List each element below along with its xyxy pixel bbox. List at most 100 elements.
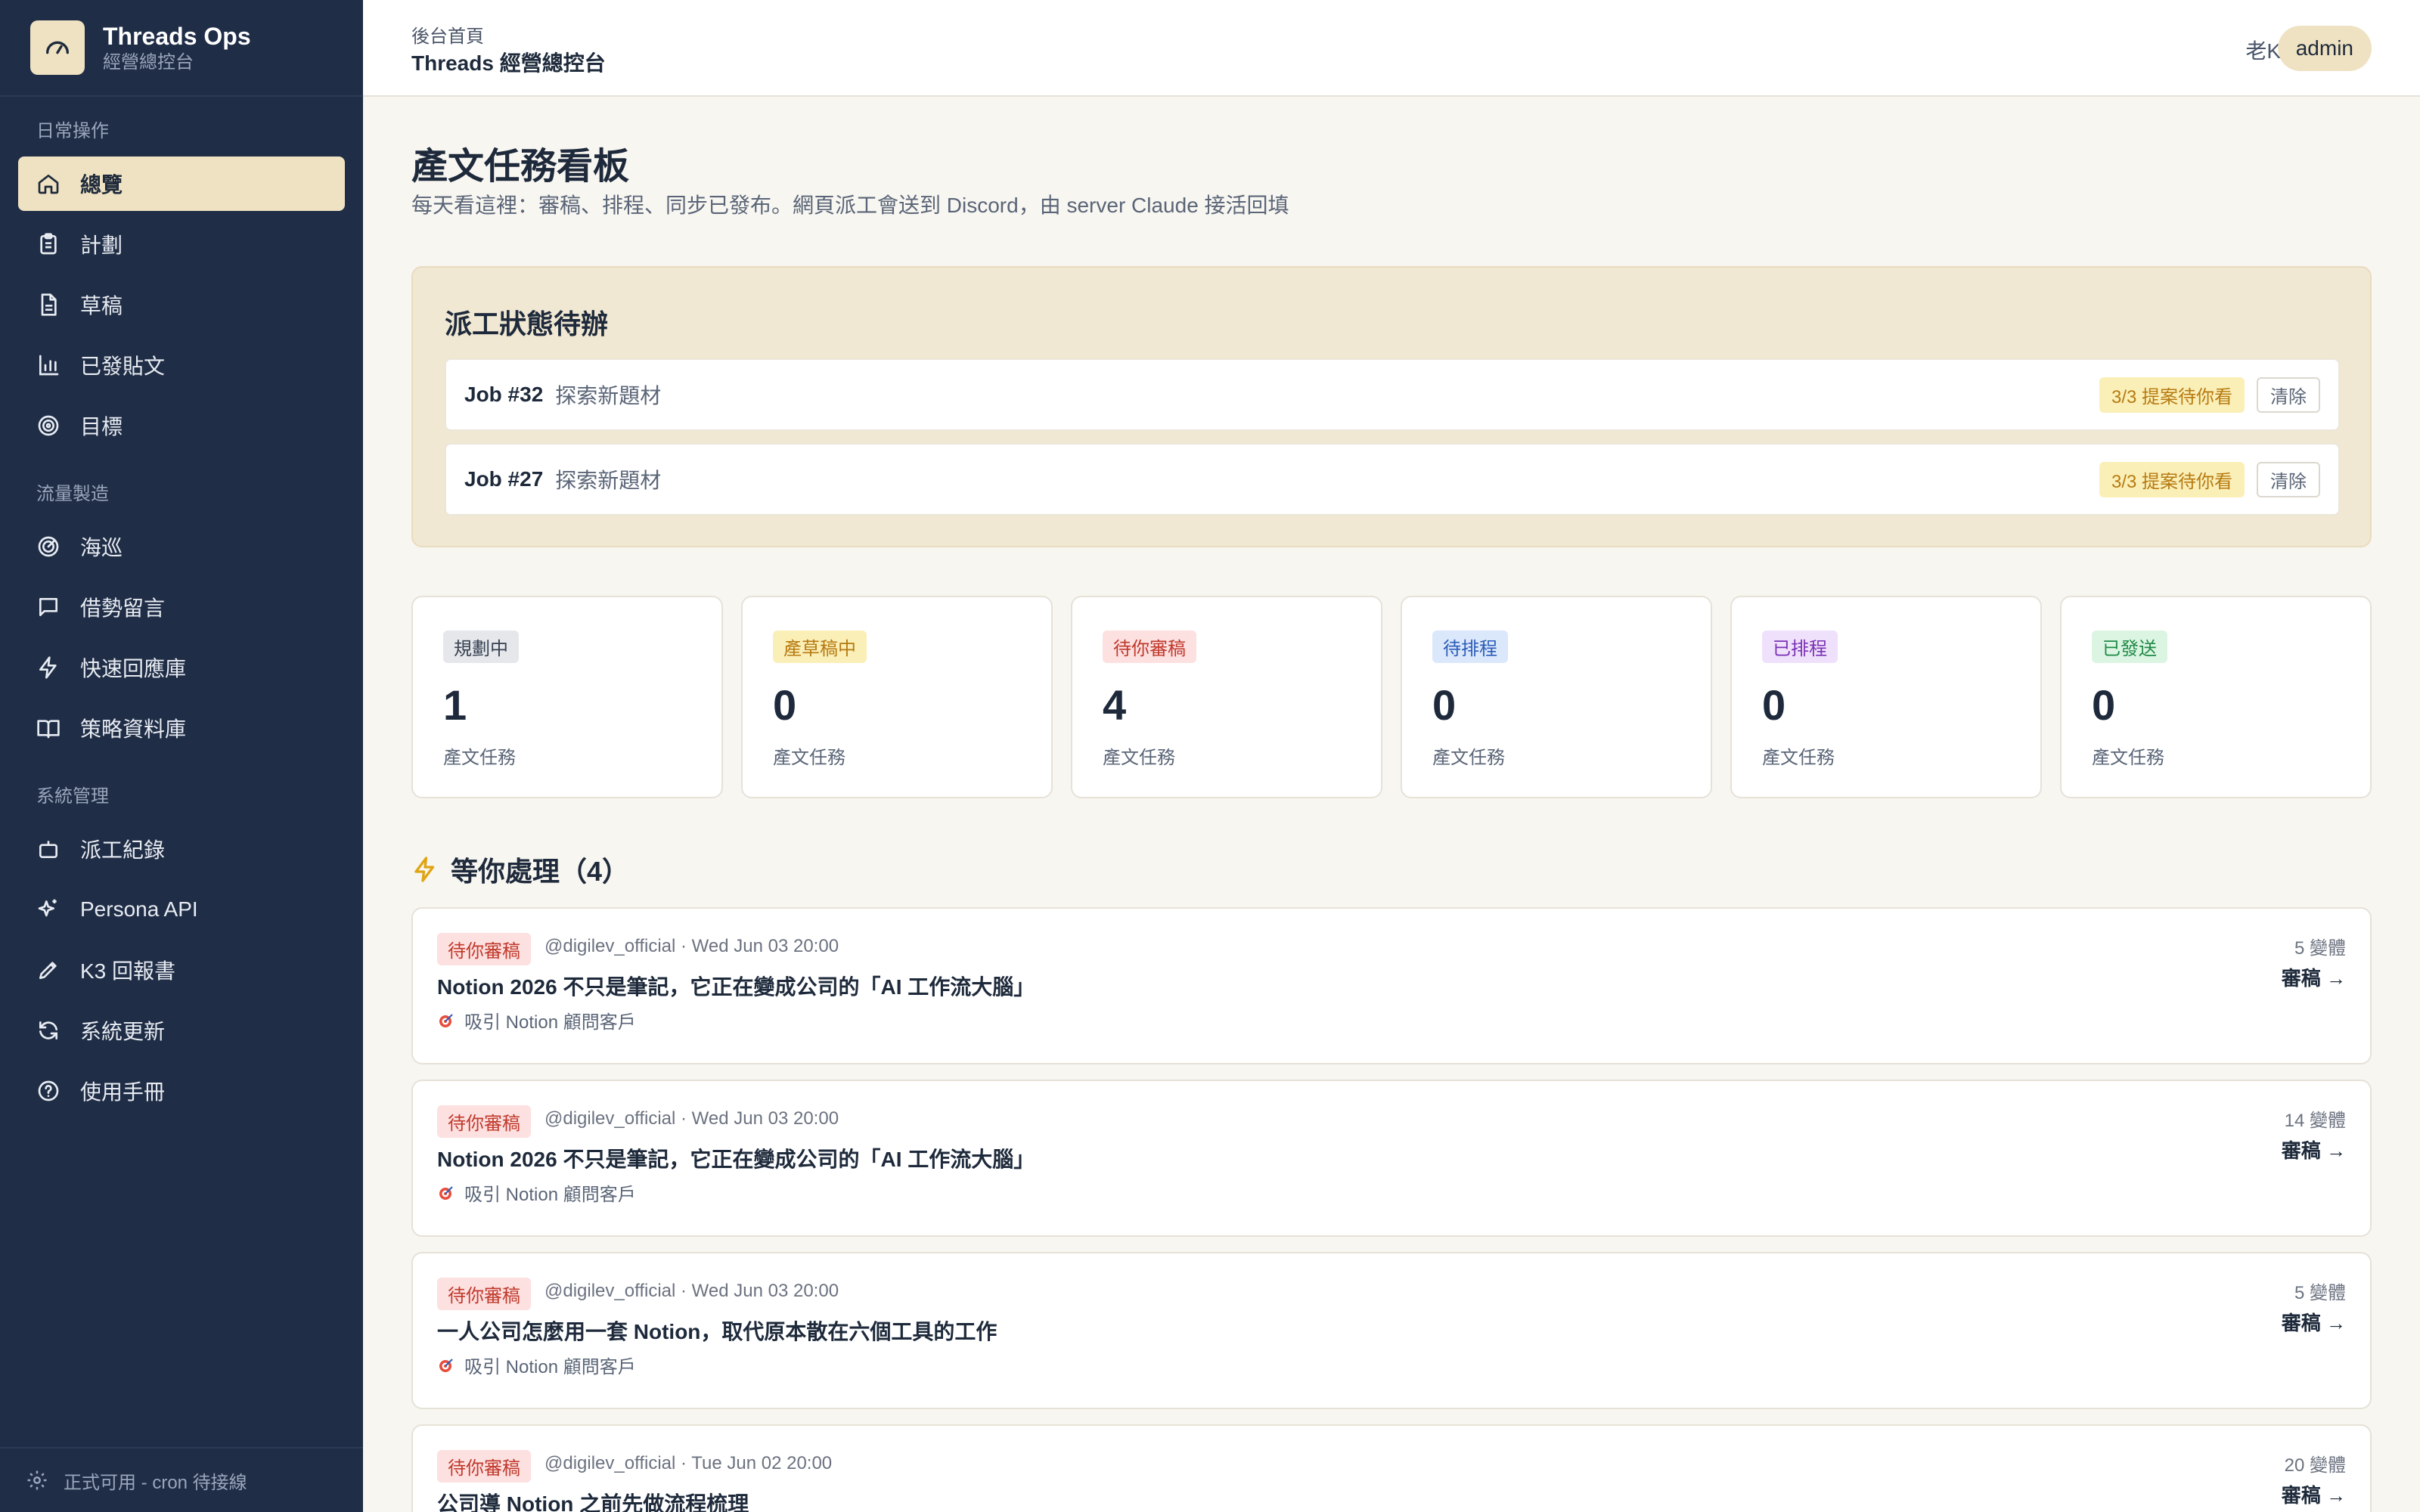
- stat-badge: 產草稿中: [773, 631, 867, 663]
- sidebar-item-patrol[interactable]: 海巡: [18, 519, 345, 574]
- task-variants: 5 變體: [2294, 1283, 2346, 1303]
- review-link[interactable]: 審稿 →: [2282, 1136, 2346, 1163]
- stat-label: 產文任務: [2092, 748, 2164, 768]
- sidebar-item-system-update[interactable]: 系統更新: [18, 1003, 345, 1058]
- pen-icon: [39, 962, 57, 979]
- job-name: 探索新題材: [555, 469, 662, 492]
- stat-card-sent[interactable]: 已發送 0 產文任務: [2060, 596, 2372, 798]
- robot-icon: [39, 841, 57, 858]
- waiting-title: 等你處理（4）: [411, 850, 629, 889]
- sidebar-footer[interactable]: 正式可用 - cron 待接線: [0, 1447, 363, 1512]
- sidebar-item-goals[interactable]: 目標: [18, 398, 345, 453]
- job-status-badge: 3/3 提案待你看: [2099, 461, 2245, 497]
- dart-icon: [439, 1185, 453, 1200]
- page-title: 產文任務看板: [411, 147, 630, 187]
- task-meta: @digilev_official · Wed Jun 03 20:00: [544, 1281, 839, 1301]
- role-badge[interactable]: admin: [2277, 26, 2372, 71]
- gauge-icon: [30, 20, 85, 75]
- task-goal: 吸引 Notion 顧問客戶: [437, 1352, 636, 1378]
- review-link[interactable]: 審稿 →: [2282, 1308, 2346, 1336]
- stat-badge: 已排程: [1762, 631, 1838, 663]
- stat-card-scheduled[interactable]: 已排程 0 產文任務: [1730, 596, 2042, 798]
- job-row[interactable]: Job #32 探索新題材 3/3 提案待你看 清除: [445, 358, 2340, 431]
- sidebar-item-published[interactable]: 已發貼文: [18, 338, 345, 392]
- task-card[interactable]: 待你審稿 @digilev_official · Wed Jun 03 20:0…: [411, 907, 2372, 1064]
- job-id: Job #32: [464, 383, 544, 406]
- sidebar-item-label: 計劃: [80, 234, 123, 257]
- task-title[interactable]: 一人公司怎麼用一套 Notion，取代原本散在六個工具的工作: [437, 1315, 997, 1346]
- task-title[interactable]: Notion 2026 不只是筆記，它正在變成公司的「AI 工作流大腦」: [437, 971, 1035, 1001]
- sparkles-icon: [38, 899, 57, 917]
- stat-label: 產文任務: [443, 748, 516, 768]
- footer-status-text: 正式可用 - cron 待接線: [64, 1472, 247, 1493]
- clear-job-button[interactable]: 清除: [2257, 461, 2320, 497]
- sidebar-item-manual[interactable]: 使用手冊: [18, 1064, 345, 1118]
- bar-chart-icon: [39, 355, 59, 376]
- task-card[interactable]: 待你審稿 @digilev_official · Wed Jun 03 20:0…: [411, 1252, 2372, 1409]
- task-goal: 吸引 Notion 顧問客戶: [437, 1007, 636, 1033]
- stat-card-to-schedule[interactable]: 待排程 0 產文任務: [1401, 596, 1712, 798]
- clipboard-icon: [40, 233, 57, 255]
- task-status-badge: 待你審稿: [437, 1278, 531, 1310]
- stat-value: 0: [1432, 681, 1457, 729]
- stat-card-planning[interactable]: 規劃中 1 產文任務: [411, 596, 723, 798]
- job-row[interactable]: Job #27 探索新題材 3/3 提案待你看 清除: [445, 443, 2340, 516]
- task-status-badge: 待你審稿: [437, 1450, 531, 1483]
- sidebar-item-overview[interactable]: 總覽: [18, 156, 345, 211]
- lightning-icon: [39, 656, 57, 679]
- sidebar-item-label: 總覽: [80, 173, 123, 197]
- radar-icon: [38, 536, 59, 557]
- sidebar: Threads Ops 經營總控台 日常操作 流量製造 系統管理 總覽 計劃 草…: [0, 0, 363, 1512]
- sidebar-item-label: 快速回應庫: [80, 657, 187, 680]
- nav-section-daily: 日常操作: [36, 121, 109, 141]
- stat-badge: 已發送: [2092, 631, 2167, 663]
- sidebar-item-strategy[interactable]: 策略資料庫: [18, 701, 345, 755]
- topbar: 後台首頁 Threads 經營總控台 老K admin: [363, 0, 2420, 97]
- stat-card-review[interactable]: 待你審稿 4 產文任務: [1071, 596, 1382, 798]
- sidebar-item-label: 使用手冊: [80, 1080, 166, 1104]
- task-card[interactable]: 待你審稿 @digilev_official · Wed Jun 03 20:0…: [411, 1080, 2372, 1237]
- stat-label: 產文任務: [1432, 748, 1505, 768]
- stat-value: 0: [2092, 681, 2116, 729]
- dart-icon: [439, 1013, 453, 1027]
- task-card[interactable]: 待你審稿 @digilev_official · Tue Jun 02 20:0…: [411, 1424, 2372, 1512]
- breadcrumb[interactable]: 後台首頁: [411, 21, 484, 48]
- stat-label: 產文任務: [773, 748, 845, 768]
- brand-title: Threads Ops: [103, 23, 251, 50]
- sidebar-item-persona-api[interactable]: Persona API: [18, 882, 345, 937]
- review-link[interactable]: 審稿 →: [2282, 963, 2346, 991]
- nav-section-system: 系統管理: [36, 786, 109, 807]
- page-description: 每天看這裡：審稿、排程、同步已發布。網頁派工會送到 Discord，由 serv…: [411, 194, 1289, 217]
- sidebar-item-plan[interactable]: 計劃: [18, 217, 345, 271]
- book-icon: [37, 720, 60, 739]
- sidebar-item-dispatch-log[interactable]: 派工紀錄: [18, 822, 345, 876]
- task-variants: 14 變體: [2284, 1111, 2346, 1131]
- stat-badge: 待排程: [1432, 631, 1508, 663]
- clear-job-button[interactable]: 清除: [2257, 376, 2320, 413]
- sidebar-item-comments[interactable]: 借勢留言: [18, 580, 345, 634]
- brand[interactable]: Threads Ops 經營總控台: [0, 0, 363, 97]
- user-name[interactable]: 老K: [2245, 35, 2281, 65]
- sidebar-item-label: 草稿: [80, 294, 123, 318]
- home-icon: [38, 175, 59, 194]
- task-title[interactable]: Notion 2026 不只是筆記，它正在變成公司的「AI 工作流大腦」: [437, 1143, 1035, 1173]
- sidebar-item-label: 借勢留言: [80, 596, 166, 620]
- job-id: Job #27: [464, 467, 544, 491]
- gear-icon: [27, 1470, 47, 1490]
- sidebar-item-label: 派工紀錄: [80, 838, 166, 862]
- stat-badge: 待你審稿: [1103, 631, 1196, 663]
- task-title[interactable]: 公司導 Notion 之前先做流程梳理: [437, 1488, 749, 1512]
- stat-value: 1: [443, 681, 467, 729]
- dispatch-title: 派工狀態待辦: [445, 308, 609, 339]
- sidebar-item-quick-replies[interactable]: 快速回應庫: [18, 640, 345, 695]
- message-icon: [39, 598, 57, 616]
- task-meta: @digilev_official · Wed Jun 03 20:00: [544, 936, 839, 956]
- sidebar-item-k3-report[interactable]: K3 回報書: [18, 943, 345, 997]
- stat-card-drafting[interactable]: 產草稿中 0 產文任務: [741, 596, 1053, 798]
- task-goal-text: 吸引 Notion 顧問客戶: [464, 1185, 636, 1205]
- review-link[interactable]: 審稿 →: [2282, 1480, 2346, 1508]
- help-icon: [38, 1080, 59, 1101]
- dart-icon: [439, 1358, 453, 1372]
- task-goal-text: 吸引 Notion 顧問客戶: [464, 1357, 636, 1377]
- sidebar-item-drafts[interactable]: 草稿: [18, 277, 345, 332]
